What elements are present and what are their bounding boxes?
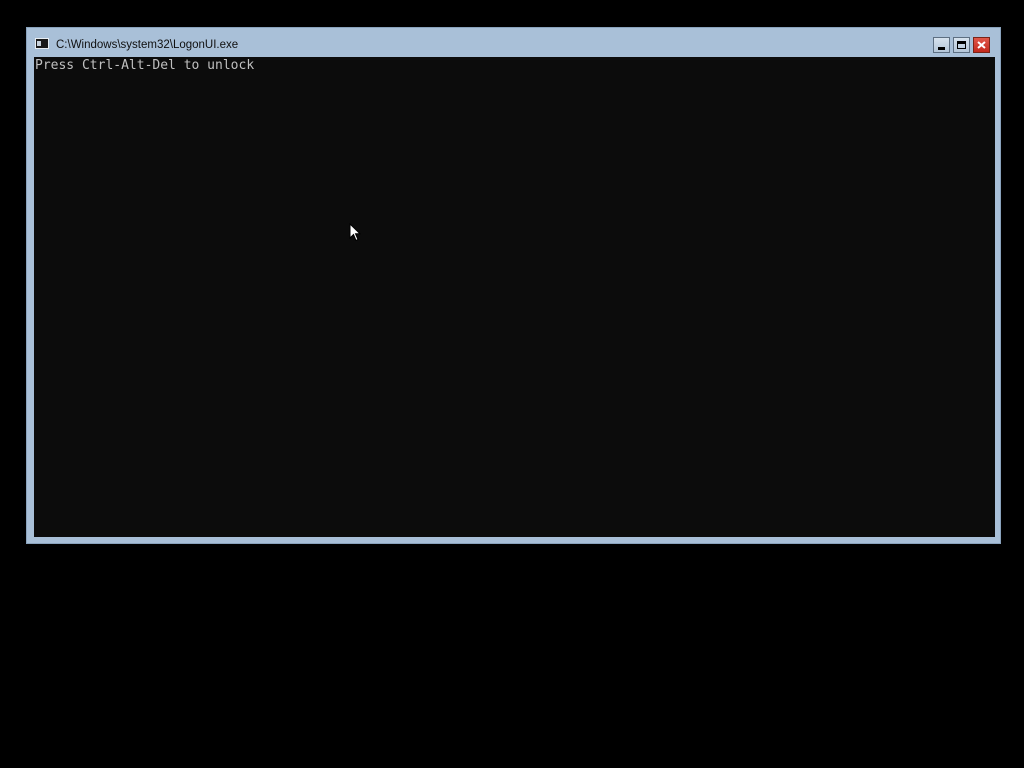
console-app-icon[interactable] [35, 38, 49, 49]
close-icon [977, 41, 986, 49]
maximize-button[interactable] [953, 37, 970, 53]
close-button[interactable] [973, 37, 990, 53]
window-titlebar[interactable]: C:\Windows\system32\LogonUI.exe [27, 28, 1000, 57]
window-title: C:\Windows\system32\LogonUI.exe [56, 39, 239, 51]
mouse-pointer-icon [349, 223, 361, 242]
desktop: C:\Windows\system32\LogonUI.exe Press Ct… [0, 0, 1024, 768]
console-line: Press Ctrl-Alt-Del to unlock [35, 58, 255, 73]
minimize-button[interactable] [933, 37, 950, 53]
console-output[interactable]: Press Ctrl-Alt-Del to unlock [34, 57, 995, 537]
console-window[interactable]: C:\Windows\system32\LogonUI.exe Press Ct… [26, 27, 1001, 544]
